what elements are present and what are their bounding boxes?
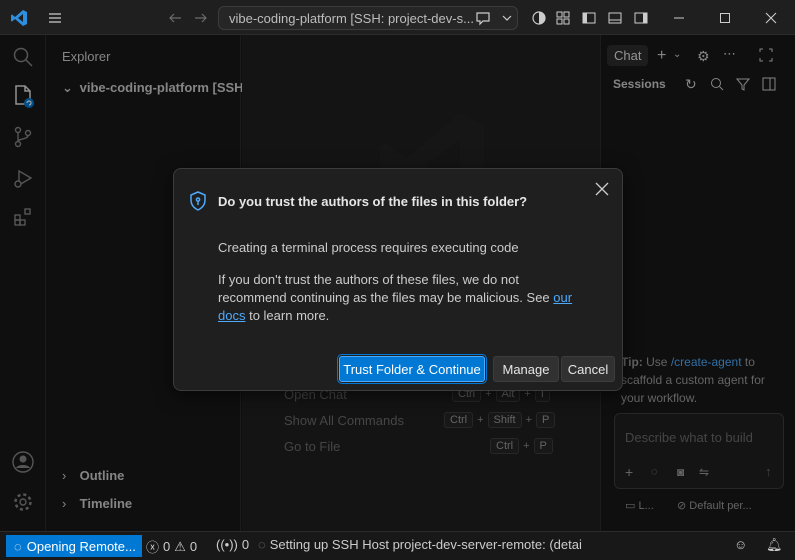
warning-count: 0 — [189, 539, 198, 554]
status-bar: ◌ Opening Remote... ⓧ 0 ⚠ 0 ((•)) 0 ◌ Se… — [0, 531, 795, 560]
warning-icon: ⚠ — [174, 538, 186, 554]
command-center-label: vibe-coding-platform [SSH: project-dev-s… — [229, 11, 474, 26]
copilot-status-icon[interactable]: ☺ — [734, 537, 747, 552]
dialog-message: Creating a terminal process requires exe… — [218, 240, 519, 255]
dialog-detail-after: to learn more. — [249, 308, 330, 323]
broadcast-icon: ((•)) — [216, 537, 238, 552]
maximize-icon[interactable] — [716, 9, 734, 27]
command-center[interactable]: vibe-coding-platform [SSH: project-dev-s… — [218, 6, 518, 30]
close-dialog-icon[interactable] — [594, 181, 610, 200]
dialog-detail: If you don't trust the authors of these … — [218, 271, 588, 325]
ports-count: 0 — [241, 537, 250, 552]
remote-indicator-label: Opening Remote... — [26, 538, 136, 554]
toggle-panel-icon[interactable] — [606, 9, 624, 27]
status-message[interactable]: ◌ Setting up SSH Host project-dev-server… — [258, 537, 582, 552]
close-window-icon[interactable] — [762, 9, 780, 27]
copilot-chat-icon[interactable] — [474, 9, 492, 27]
forward-arrow-icon[interactable] — [192, 9, 210, 27]
chevron-down-icon[interactable] — [498, 9, 516, 27]
toggle-secondary-sidebar-icon[interactable] — [632, 9, 650, 27]
loading-spinner-icon: ◌ — [258, 537, 266, 552]
cancel-button[interactable]: Cancel — [561, 356, 615, 382]
dialog-title: Do you trust the authors of the files in… — [218, 194, 528, 209]
notifications-bell-icon[interactable]: 🔔︎ — [766, 537, 783, 553]
ports-status[interactable]: ((•)) 0 — [216, 537, 249, 552]
status-message-label: Setting up SSH Host project-dev-server-r… — [269, 537, 582, 552]
remote-indicator[interactable]: ◌ Opening Remote... — [6, 535, 142, 557]
error-icon: ⓧ — [146, 540, 160, 555]
menu-icon[interactable] — [46, 9, 64, 27]
accounts-icon[interactable] — [530, 9, 548, 27]
dialog-detail-text: If you don't trust the authors of these … — [218, 272, 550, 305]
toggle-primary-sidebar-icon[interactable] — [580, 9, 598, 27]
loading-spinner-icon: ◌ — [14, 538, 22, 554]
title-bar: vibe-coding-platform [SSH: project-dev-s… — [0, 0, 795, 35]
minimize-icon[interactable] — [670, 9, 688, 27]
error-count: 0 — [163, 539, 171, 554]
manage-button[interactable]: Manage — [493, 356, 559, 382]
back-arrow-icon[interactable] — [166, 9, 184, 27]
shield-icon — [188, 191, 208, 214]
trust-folder-continue-button[interactable]: Trust Folder & Continue — [339, 356, 485, 382]
vscode-logo-icon — [10, 9, 28, 27]
workspace-trust-dialog: Do you trust the authors of the files in… — [173, 168, 623, 391]
customize-layout-icon[interactable] — [554, 9, 572, 27]
problems-status[interactable]: ⓧ 0 ⚠ 0 — [146, 537, 197, 556]
